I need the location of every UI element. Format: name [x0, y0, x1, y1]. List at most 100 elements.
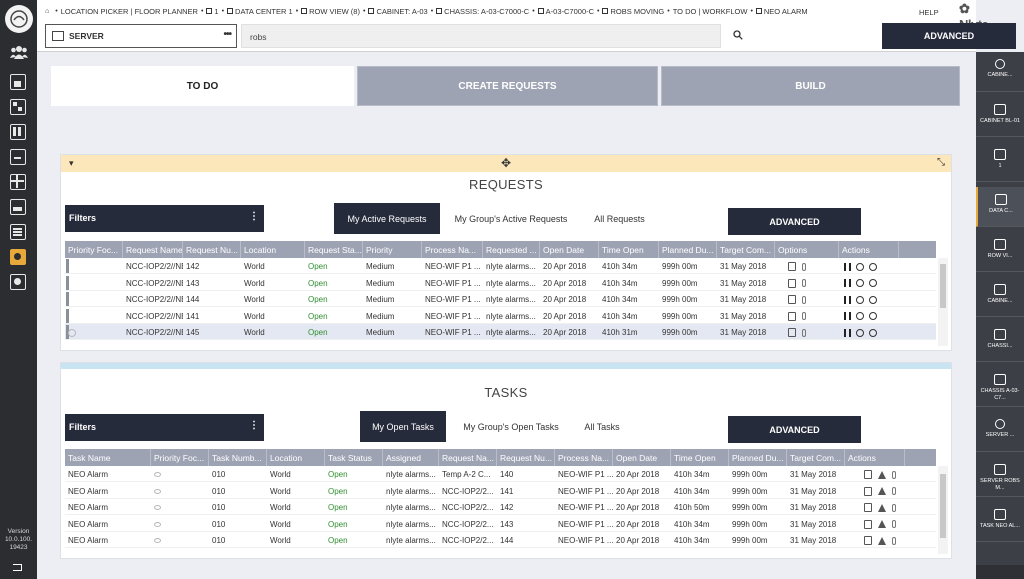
table-row[interactable]: NEO Alarm 010 World Open nlyte alarms... NCC-… — [65, 532, 936, 548]
edit-icon[interactable] — [10, 149, 26, 165]
home-crumb-icon[interactable]: ⌂ — [45, 8, 49, 15]
tab-group-open-tasks[interactable]: My Group's Open Tasks — [448, 411, 574, 442]
recent-item[interactable]: CHASSI... — [976, 322, 1024, 362]
table-row[interactable]: NCC-IOP2/2//NEO W...144 World Open Medium NE… — [65, 291, 936, 307]
users-icon[interactable] — [10, 44, 28, 60]
breadcrumb-item[interactable]: • CABINET: A-03 — [360, 7, 428, 16]
image-icon[interactable] — [10, 199, 26, 215]
pause-icon[interactable] — [844, 328, 851, 337]
column-header[interactable]: Request Na... — [439, 449, 497, 466]
breadcrumb-item[interactable]: • TO DO | WORKFLOW — [664, 7, 747, 16]
recent-item[interactable]: CABINE... — [976, 277, 1024, 317]
column-header[interactable]: Options — [775, 241, 839, 258]
column-header[interactable]: Actions — [845, 449, 905, 466]
tab-my-open-tasks[interactable]: My Open Tasks — [360, 411, 446, 442]
alarm-icon[interactable] — [10, 249, 26, 265]
tab-create-requests[interactable]: CREATE REQUESTS — [357, 66, 658, 106]
attachment-icon[interactable] — [892, 520, 896, 529]
recent-item[interactable]: SERVER ... — [976, 412, 1024, 452]
recent-item[interactable]: ROW VI... — [976, 232, 1024, 272]
tab-my-active-requests[interactable]: My Active Requests — [334, 203, 440, 234]
table-row[interactable]: NCC-IOP2/2//NEO W...143 World Open Medium NE… — [65, 275, 936, 291]
list-icon[interactable] — [10, 224, 26, 240]
breadcrumb-item[interactable]: • A-03-C7000-C — [529, 7, 594, 16]
tab-group-active-requests[interactable]: My Group's Active Requests — [442, 203, 580, 234]
attachment-icon[interactable] — [892, 503, 896, 512]
breadcrumb-item[interactable]: • ROBS MOVING — [594, 7, 664, 16]
breadcrumb-item[interactable]: • CHASSIS: A-03-C7000-C — [428, 7, 530, 16]
view-icon[interactable] — [869, 312, 877, 321]
attachment-icon[interactable] — [802, 295, 806, 304]
note-icon[interactable] — [864, 503, 872, 513]
warning-icon[interactable] — [878, 503, 886, 512]
column-header[interactable]: Task Numb... — [209, 449, 267, 466]
filters-button[interactable]: Filters ⋮ — [65, 205, 264, 232]
column-header[interactable]: Target Com... — [787, 449, 845, 466]
column-header[interactable]: Request Nu... — [183, 241, 241, 258]
table-row[interactable]: NEO Alarm 010 World Open nlyte alarms... Temp… — [65, 466, 936, 482]
view-icon[interactable] — [154, 521, 161, 527]
warning-icon[interactable] — [878, 487, 886, 496]
vertical-scrollbar[interactable] — [938, 258, 948, 346]
object-type-selector[interactable]: SERVER ••• — [45, 24, 237, 48]
column-header[interactable]: Request Nu... — [497, 449, 555, 466]
reassign-icon[interactable] — [856, 295, 864, 304]
view-icon[interactable] — [154, 538, 161, 544]
view-icon[interactable] — [154, 505, 161, 511]
recent-item[interactable]: CABINE... — [976, 52, 1024, 92]
note-icon[interactable] — [788, 311, 796, 321]
view-icon[interactable] — [154, 488, 161, 494]
reassign-icon[interactable] — [856, 279, 864, 288]
table-row[interactable]: NCC-IOP2/2//NEO W...142 World Open Medium NE… — [65, 258, 936, 274]
help-link[interactable]: HELP — [919, 8, 939, 17]
note-icon[interactable] — [864, 519, 872, 529]
search-icon[interactable] — [733, 30, 743, 40]
search-input[interactable]: robs — [241, 24, 721, 48]
note-icon[interactable] — [788, 262, 796, 272]
tab-build[interactable]: BUILD — [661, 66, 960, 106]
move-icon[interactable]: ✥ — [501, 156, 511, 170]
column-header[interactable]: Assigned — [383, 449, 439, 466]
note-icon[interactable] — [864, 470, 872, 480]
column-header[interactable]: Priority — [363, 241, 422, 258]
column-header[interactable]: Open Date — [540, 241, 599, 258]
attachment-icon[interactable] — [802, 262, 806, 271]
vertical-scrollbar[interactable] — [938, 466, 948, 554]
collapse-icon[interactable]: ▾ — [69, 158, 74, 169]
table-row[interactable]: NEO Alarm 010 World Open nlyte alarms... NCC-… — [65, 483, 936, 499]
column-header[interactable]: Location — [241, 241, 305, 258]
breadcrumb-item[interactable]: • 1 — [198, 7, 219, 16]
column-header[interactable]: Planned Du... — [659, 241, 717, 258]
tab-all-tasks[interactable]: All Tasks — [576, 411, 628, 442]
table-row[interactable]: NEO Alarm 010 World Open nlyte alarms... NCC-… — [65, 499, 936, 515]
grid-icon[interactable] — [10, 174, 26, 190]
note-icon[interactable] — [788, 295, 796, 305]
breadcrumb-item[interactable]: • ROW VIEW (8) — [293, 7, 360, 16]
column-header[interactable]: Task Name — [65, 449, 151, 466]
column-header[interactable]: Open Date — [613, 449, 671, 466]
table-row[interactable]: NCC-IOP2/2//NEO W...141 World Open Medium NE… — [65, 308, 936, 324]
column-header[interactable]: Process Na... — [422, 241, 483, 258]
recent-item[interactable]: SERVER ROBS M... — [976, 457, 1024, 497]
reassign-icon[interactable] — [856, 312, 864, 321]
warning-icon[interactable] — [878, 470, 886, 479]
column-header[interactable]: Priority Foc... — [65, 241, 123, 258]
note-icon[interactable] — [788, 328, 796, 338]
column-header[interactable]: Request Name — [123, 241, 183, 258]
logout-icon[interactable] — [13, 564, 22, 571]
recent-item[interactable]: DATA C... — [976, 187, 1024, 227]
note-icon[interactable] — [864, 536, 872, 546]
table-row[interactable]: NCC-IOP2/2//NEO W...145 World Open Medium NE… — [65, 324, 936, 340]
column-header[interactable]: Task Status — [325, 449, 383, 466]
app-logo[interactable] — [5, 5, 33, 33]
more-icon[interactable]: ••• — [223, 29, 231, 40]
gear-icon[interactable] — [68, 328, 76, 337]
home-icon[interactable] — [10, 74, 26, 90]
view-icon[interactable] — [869, 295, 877, 304]
attachment-icon[interactable] — [802, 312, 806, 321]
advanced-search-button[interactable]: ADVANCED — [882, 23, 1016, 49]
view-icon[interactable] — [869, 262, 877, 271]
tab-all-requests[interactable]: All Requests — [582, 203, 657, 234]
warning-icon[interactable] — [878, 536, 886, 545]
pause-icon[interactable] — [844, 262, 851, 271]
